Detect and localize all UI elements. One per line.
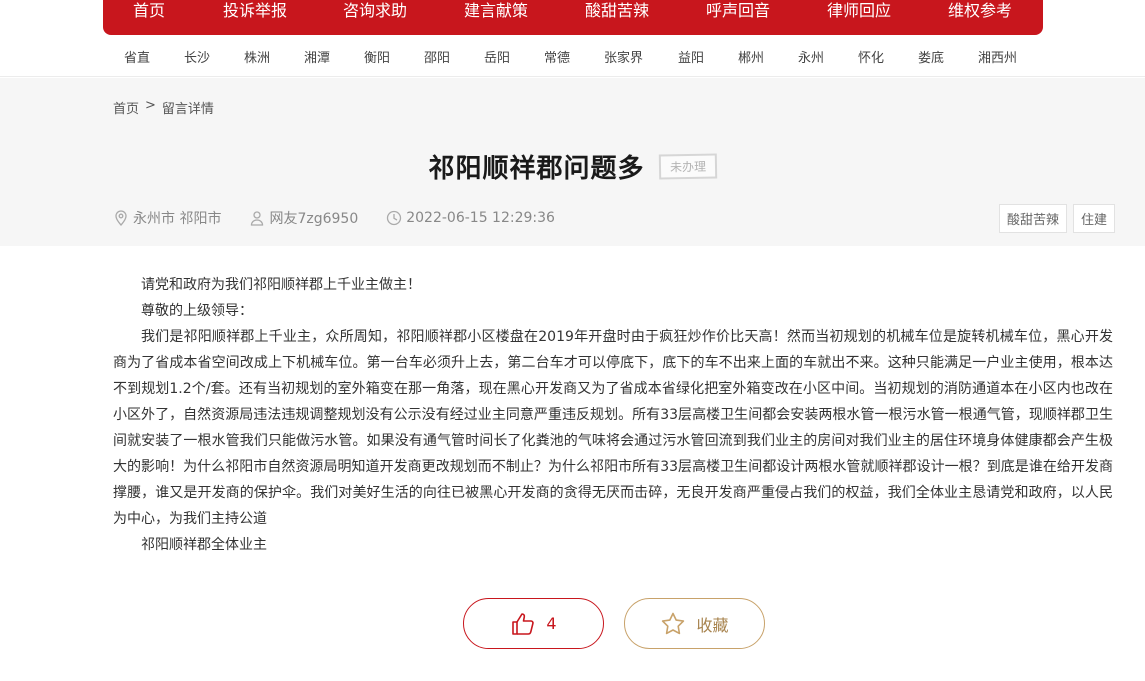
nav-item-suggestion[interactable]: 建言献策 <box>464 0 528 22</box>
nav-item-consult[interactable]: 咨询求助 <box>343 0 407 22</box>
favorite-button[interactable]: 收藏 <box>624 598 765 649</box>
tag-category[interactable]: 酸甜苦辣 <box>998 204 1067 233</box>
clock-icon <box>387 210 402 226</box>
like-count: 4 <box>546 614 557 633</box>
nav-item-home[interactable]: 首页 <box>133 0 165 22</box>
city-link[interactable]: 郴州 <box>738 47 764 66</box>
city-link[interactable]: 湘潭 <box>304 47 330 66</box>
title-row: 祁阳顺祥郡问题多 未办理 <box>0 148 1145 185</box>
city-link[interactable]: 衡阳 <box>364 47 390 66</box>
city-link[interactable]: 邵阳 <box>424 47 450 66</box>
post-meta: 永州市 祁阳市 网友7zg6950 2022-06-15 12:29:36 <box>113 208 583 228</box>
page-title: 祁阳顺祥郡问题多 <box>428 154 645 184</box>
datetime-text: 2022-06-15 12:29:36 <box>406 210 555 226</box>
nav-item-rights[interactable]: 维权参考 <box>948 0 1012 22</box>
breadcrumb-current: 留言详情 <box>161 102 214 117</box>
city-link[interactable]: 怀化 <box>858 47 884 66</box>
city-link[interactable]: 张家界 <box>604 47 643 66</box>
star-icon <box>662 612 685 634</box>
nav-item-response[interactable]: 呼声回音 <box>706 0 770 22</box>
top-navigation: 首页 投诉举报 咨询求助 建言献策 酸甜苦辣 呼声回音 律师回应 维权参考 <box>103 0 1043 35</box>
city-link[interactable]: 永州 <box>798 47 824 66</box>
post-actions: 4 收藏 <box>463 598 765 649</box>
thumbs-up-icon <box>512 612 535 635</box>
content-paragraph: 我们是祁阳顺祥郡上千业主，众所周知，祁阳顺祥郡小区楼盘在2019年开盘时由于疯狂… <box>113 329 1113 527</box>
meta-location: 永州市 祁阳市 <box>113 208 221 228</box>
city-link[interactable]: 株洲 <box>244 47 270 66</box>
user-icon <box>251 211 264 226</box>
post-content: 请党和政府为我们祁阳顺祥郡上千业主做主！ 尊敬的上级领导： 我们是祁阳顺祥郡上千… <box>113 272 1113 558</box>
city-link[interactable]: 省直 <box>124 47 150 66</box>
content-paragraph: 尊敬的上级领导： <box>141 303 253 319</box>
status-badge: 未办理 <box>658 153 717 180</box>
city-link[interactable]: 长沙 <box>184 47 210 66</box>
city-link[interactable]: 岳阳 <box>484 47 510 66</box>
post-header: 首页 > 留言详情 祁阳顺祥郡问题多 未办理 永州市 祁阳市 网友7zg6950… <box>0 78 1145 246</box>
location-icon <box>115 210 127 226</box>
location-text: 永州市 祁阳市 <box>133 211 222 227</box>
favorite-label: 收藏 <box>696 615 729 635</box>
meta-datetime: 2022-06-15 12:29:36 <box>386 210 555 226</box>
nav-item-lawyer[interactable]: 律师回应 <box>827 0 891 22</box>
content-paragraph: 请党和政府为我们祁阳顺祥郡上千业主做主！ <box>141 277 421 293</box>
content-paragraph: 祁阳顺祥郡全体业主 <box>141 537 267 553</box>
breadcrumb: 首页 > 留言详情 <box>113 98 214 117</box>
breadcrumb-separator: > <box>145 98 156 113</box>
nav-item-life[interactable]: 酸甜苦辣 <box>585 0 649 22</box>
nav-item-complaint[interactable]: 投诉举报 <box>223 0 287 22</box>
city-link[interactable]: 常德 <box>544 47 570 66</box>
city-link[interactable]: 益阳 <box>678 47 704 66</box>
meta-author: 网友7zg6950 <box>249 208 358 228</box>
tag-department[interactable]: 住建 <box>1072 204 1115 233</box>
city-bar: 省直 长沙 株洲 湘潭 衡阳 邵阳 岳阳 常德 张家界 益阳 郴州 永州 怀化 … <box>0 35 1145 77</box>
post-tags: 酸甜苦辣 住建 <box>998 204 1115 233</box>
author-text: 网友7zg6950 <box>269 211 359 227</box>
breadcrumb-home[interactable]: 首页 <box>113 98 139 117</box>
city-link[interactable]: 湘西州 <box>978 47 1017 66</box>
city-link[interactable]: 娄底 <box>918 47 944 66</box>
like-button[interactable]: 4 <box>463 598 604 649</box>
